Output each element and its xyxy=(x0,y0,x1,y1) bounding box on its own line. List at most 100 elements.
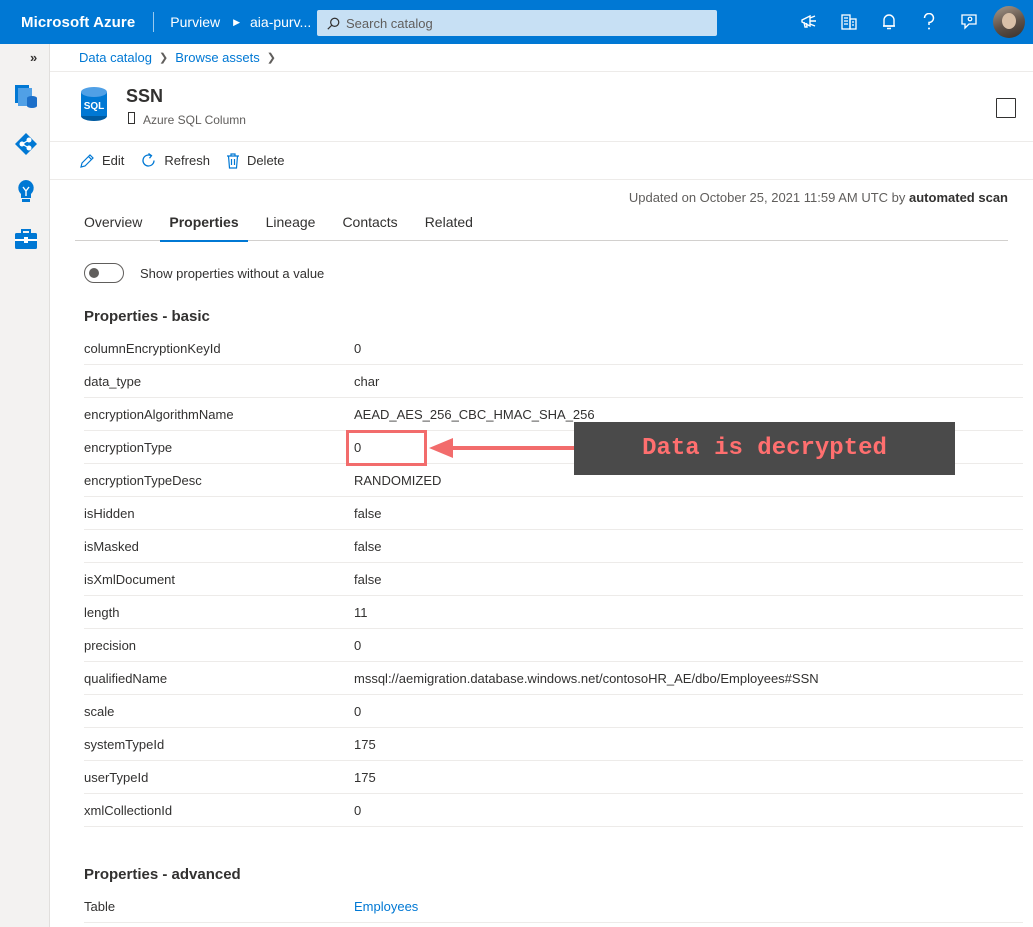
people-feedback-icon[interactable] xyxy=(949,0,989,44)
property-key: columnEncryptionKeyId xyxy=(84,340,221,356)
service-link[interactable]: Purview xyxy=(170,14,220,30)
expand-icon[interactable]: » xyxy=(30,50,37,65)
property-value: 0 xyxy=(354,703,362,719)
property-key: qualifiedName xyxy=(84,670,168,686)
property-key: isMasked xyxy=(84,538,139,554)
tab-properties[interactable]: Properties xyxy=(160,206,248,242)
chevron-right-icon: ❯ xyxy=(159,52,169,64)
property-row: qualifiedName mssql://aemigration.databas… xyxy=(84,662,1023,695)
toggle-label: Show properties without a value xyxy=(140,265,325,281)
caret-right-icon: ▶ xyxy=(233,16,241,27)
property-key: length xyxy=(84,604,120,620)
property-row: scale 0 xyxy=(84,695,1023,728)
asset-type-label: Azure SQL Column xyxy=(143,112,246,127)
property-key: precision xyxy=(84,637,137,653)
data-map-icon[interactable] xyxy=(12,130,40,158)
property-row: data_type char xyxy=(84,365,1023,398)
tab-lineage[interactable]: Lineage xyxy=(257,206,325,241)
property-value: AEAD_AES_256_CBC_HMAC_SHA_256 xyxy=(354,406,595,422)
property-key: systemTypeId xyxy=(84,736,165,752)
help-icon[interactable] xyxy=(909,0,949,44)
refresh-button[interactable]: Refresh xyxy=(140,152,210,169)
property-value: 175 xyxy=(354,736,376,752)
property-value: char xyxy=(354,373,380,389)
property-row: Table Employees xyxy=(84,890,1023,923)
annotation-arrow xyxy=(429,438,574,458)
azure-brand-link[interactable]: Microsoft Azure xyxy=(0,14,135,31)
divider xyxy=(153,12,155,32)
delete-label: Delete xyxy=(246,153,285,168)
annotation-callout: Data is decrypted xyxy=(574,422,955,475)
property-value: mssql://aemigration.database.windows.net… xyxy=(354,670,819,686)
show-empty-toggle-row: Show properties without a value xyxy=(84,263,324,283)
delete-button[interactable]: Delete xyxy=(226,152,285,169)
property-row: length 11 xyxy=(84,596,1023,629)
property-row: isHidden false xyxy=(84,497,1023,530)
property-row: isMasked false xyxy=(84,530,1023,563)
sql-database-icon: SQL xyxy=(80,86,108,125)
properties-basic-title: Properties - basic xyxy=(84,308,210,325)
property-key: encryptionAlgorithmName xyxy=(84,406,234,422)
property-value: 0 xyxy=(354,340,362,356)
insights-icon[interactable] xyxy=(12,177,40,205)
properties-advanced-table: Table Employees xyxy=(84,890,1023,923)
search-box[interactable] xyxy=(317,10,717,36)
breadcrumb: Data catalog ❯ Browse assets ❯ xyxy=(50,44,1033,72)
data-catalog-icon[interactable] xyxy=(0,76,50,116)
property-key: userTypeId xyxy=(84,769,149,785)
edit-label: Edit xyxy=(102,153,125,168)
refresh-label: Refresh xyxy=(164,153,210,168)
property-key: data_type xyxy=(84,373,142,389)
property-value: 11 xyxy=(354,604,368,620)
resource-link[interactable]: aia-purv... xyxy=(250,14,311,30)
directory-icon[interactable] xyxy=(829,0,869,44)
asset-header: SQL SSN Azure SQL Column xyxy=(50,72,1033,142)
property-row: precision 0 xyxy=(84,629,1023,662)
property-value-link[interactable]: Employees xyxy=(354,899,418,914)
breadcrumb-browse-assets[interactable]: Browse assets xyxy=(175,50,260,65)
annotation-text: Data is decrypted xyxy=(642,435,887,462)
property-key: isHidden xyxy=(84,505,135,521)
management-icon[interactable] xyxy=(12,225,40,253)
tab-contacts[interactable]: Contacts xyxy=(333,206,406,241)
property-value: 175 xyxy=(354,769,376,785)
property-value: false xyxy=(354,571,382,587)
properties-advanced-title: Properties - advanced xyxy=(84,866,241,883)
tab-overview[interactable]: Overview xyxy=(75,206,151,241)
property-key: scale xyxy=(84,703,115,719)
property-row: systemTypeId 175 xyxy=(84,728,1023,761)
property-value: RANDOMIZED xyxy=(354,472,442,488)
breadcrumb-data-catalog[interactable]: Data catalog xyxy=(79,50,152,65)
service-breadcrumb: Purview ▶ aia-purv... xyxy=(170,14,311,30)
tab-related[interactable]: Related xyxy=(416,206,482,241)
property-key: isXmlDocument xyxy=(84,571,176,587)
highlight-box xyxy=(346,430,427,466)
page-title: SSN xyxy=(126,86,164,106)
property-row: xmlCollectionId 0 xyxy=(84,794,1023,827)
edit-button[interactable]: Edit xyxy=(79,153,124,169)
notifications-icon[interactable] xyxy=(869,0,909,44)
svg-text:SQL: SQL xyxy=(84,101,105,112)
top-icons xyxy=(789,0,1033,44)
feedback-icon[interactable] xyxy=(789,0,829,44)
property-row: columnEncryptionKeyId 0 xyxy=(84,332,1023,365)
property-value: false xyxy=(354,505,382,521)
updated-info: Updated on October 25, 2021 11:59 AM UTC… xyxy=(629,190,1008,205)
column-icon xyxy=(128,112,135,127)
refresh-icon xyxy=(142,152,156,167)
left-rail: » xyxy=(0,44,50,927)
chevron-right-icon: ❯ xyxy=(266,52,276,64)
search-input[interactable] xyxy=(346,15,696,31)
avatar[interactable] xyxy=(993,6,1025,38)
property-row: isXmlDocument false xyxy=(84,563,1023,596)
property-row: userTypeId 175 xyxy=(84,761,1023,794)
property-value: 0 xyxy=(354,802,362,818)
updated-text: Updated on October 25, 2021 11:59 AM UTC… xyxy=(628,190,906,205)
select-asset-checkbox[interactable] xyxy=(996,98,1016,118)
properties-basic-table: columnEncryptionKeyId 0 data_type char encry… xyxy=(84,332,1023,827)
property-key: encryptionType xyxy=(84,439,173,455)
show-empty-toggle[interactable] xyxy=(84,263,124,283)
property-key: encryptionTypeDesc xyxy=(84,472,202,488)
pencil-icon xyxy=(80,153,94,168)
search-icon xyxy=(327,17,340,30)
